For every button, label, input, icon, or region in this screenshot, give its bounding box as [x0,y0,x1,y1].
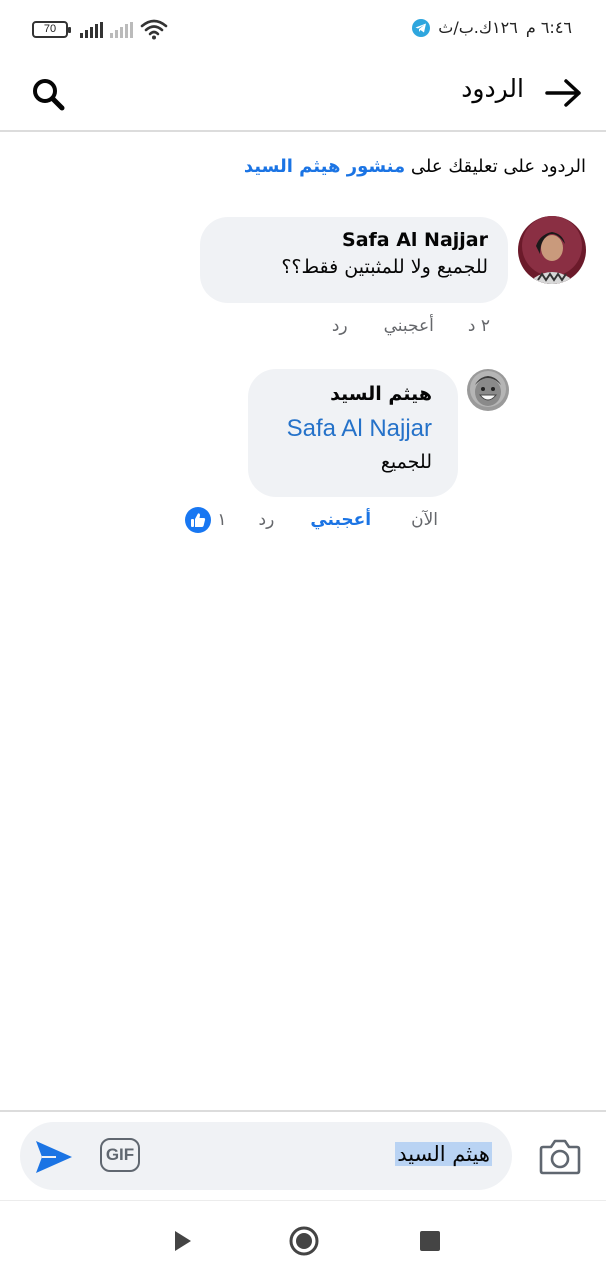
comment-input[interactable]: هيثم السيد GIF [20,1122,512,1190]
context-line: الردود على تعليقك على منشور هيثم السيد [244,156,586,177]
reply-author[interactable]: هيثم السيد [268,383,432,405]
recents-square-icon [420,1231,440,1251]
comment-bubble[interactable]: Safa Al Najjar للجميع ولا للمثبتين فقط؟؟ [200,217,508,303]
reply-button[interactable]: رد [259,510,275,530]
reply-time: الآن [411,510,438,530]
mention-link[interactable]: Safa Al Najjar [268,415,432,443]
wifi-icon [140,19,168,40]
camera-icon [539,1139,581,1175]
telegram-icon [412,18,431,37]
app-header: الردود [0,58,606,132]
comment-composer: هيثم السيد GIF [0,1110,606,1200]
back-button[interactable] [542,73,586,113]
reply-button[interactable]: رد [332,316,348,336]
reply-text: للجميع [380,451,432,473]
search-icon [33,79,65,111]
like-count: ١ [217,510,227,530]
comment-time: ٢ د [467,316,490,336]
system-nav-bar [0,1200,606,1280]
avatar[interactable] [467,369,509,411]
gif-button[interactable]: GIF [100,1138,140,1172]
nav-recents-button[interactable] [414,1225,446,1257]
comment-input-value[interactable]: هيثم السيد [395,1142,492,1166]
search-button[interactable] [26,72,70,116]
reply-actions: الآن أعجبني رد ١ [185,507,438,533]
like-button-active[interactable]: أعجبني [310,510,371,530]
battery-icon: 70 [32,21,71,38]
send-icon [36,1141,72,1173]
thumbs-up-icon [185,507,212,533]
reply-bubble[interactable]: هيثم السيد Safa Al Najjar للجميع [248,369,458,497]
comment-actions: ٢ د أعجبني رد [332,316,490,336]
nav-home-button[interactable] [288,1225,320,1257]
status-date: ١٢٦ك.ب/ث [438,18,518,37]
post-link[interactable]: منشور هيثم السيد [244,156,405,177]
home-circle-icon [289,1226,319,1256]
comment-author[interactable]: Safa Al Najjar [220,229,488,251]
battery-level: 70 [43,23,57,35]
status-time: ٦:٤٦ م [525,18,572,37]
like-button[interactable]: أعجبني [384,316,434,336]
page-title: الردود [461,74,524,103]
back-triangle-icon [175,1231,191,1251]
signal-weak-icon [110,22,133,38]
context-prefix: الردود على تعليقك على [410,156,586,177]
nav-back-button[interactable] [166,1225,198,1257]
comment-text: للجميع ولا للمثبتين فقط؟؟ [281,256,488,278]
arrow-back-icon [545,79,581,107]
avatar[interactable] [518,216,586,284]
send-button[interactable] [32,1135,76,1179]
signal-icon [80,22,103,38]
status-bar: 70 ٦:٤٦ م ١٢٦ك.ب/ث [0,0,606,58]
camera-button[interactable] [538,1134,582,1178]
like-count-badge[interactable]: ١ [185,507,227,533]
